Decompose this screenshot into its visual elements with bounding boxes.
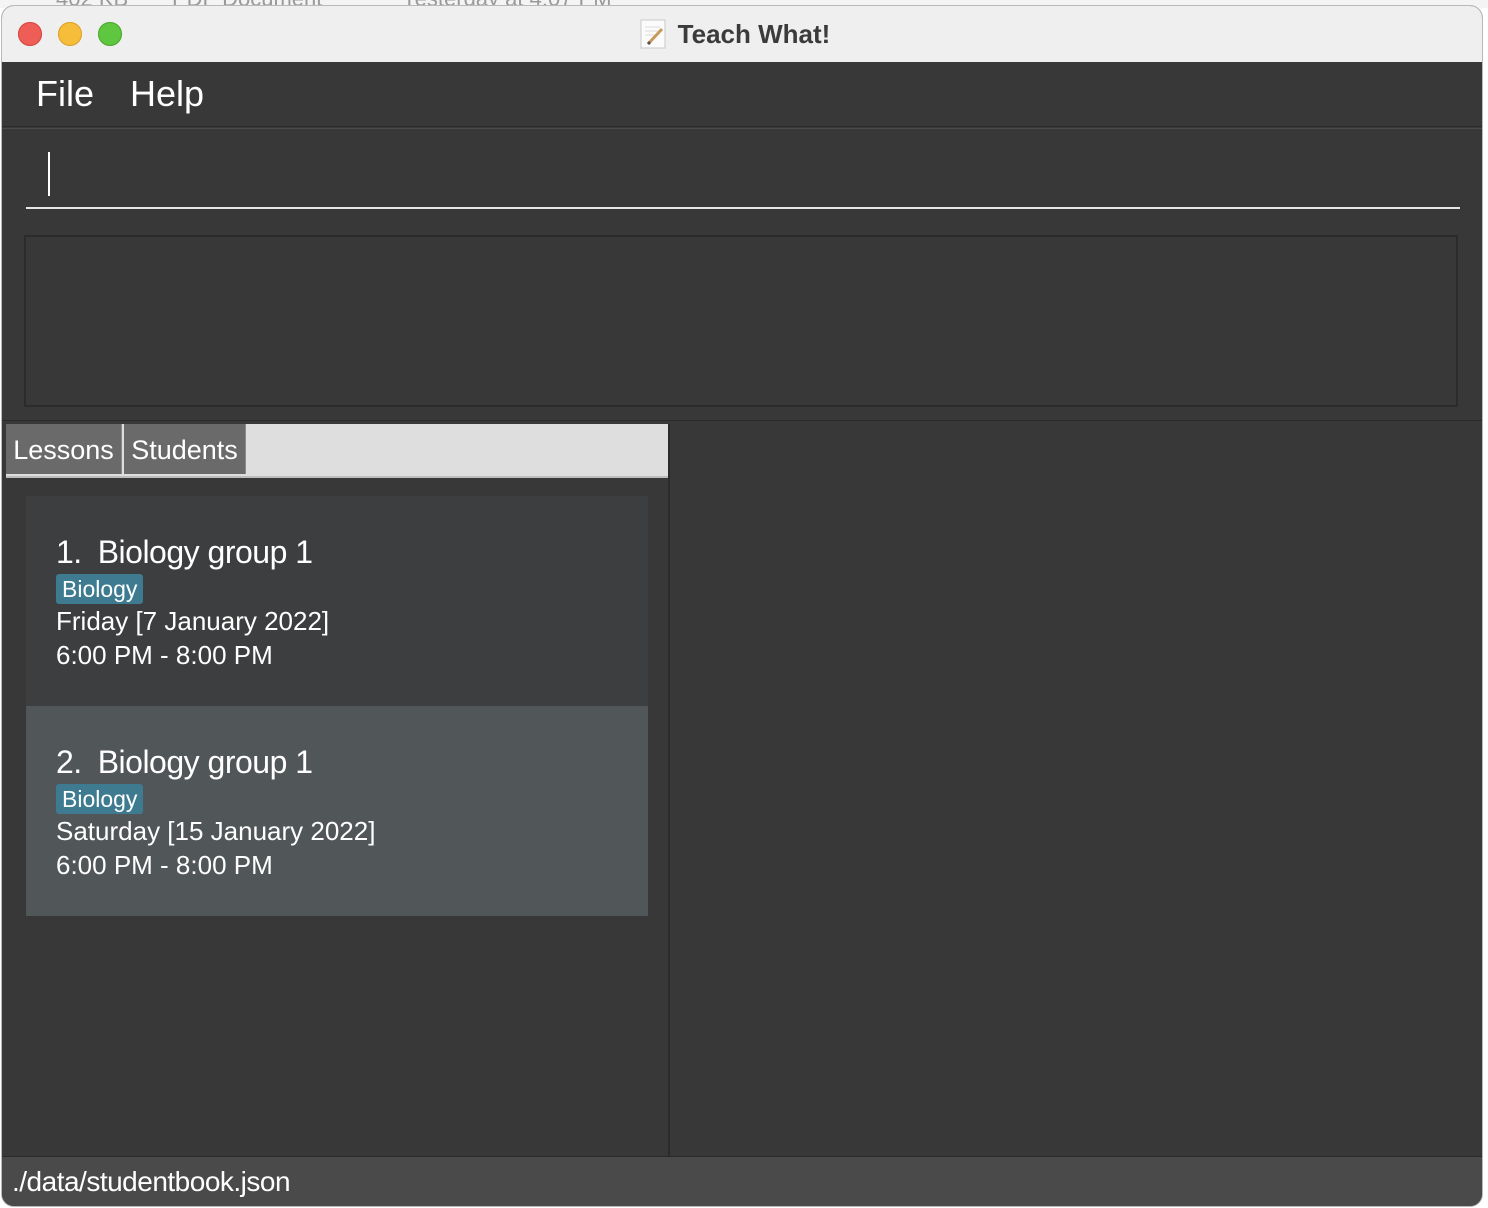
tab-lessons[interactable]: Lessons <box>6 424 122 474</box>
detail-panel <box>670 424 1482 1156</box>
result-display-container <box>2 224 1482 421</box>
status-bar: ./data/studentbook.json <box>2 1156 1482 1206</box>
subject-tag: Biology <box>56 574 144 604</box>
app-window: Teach What! File Help Lessons Students 1… <box>2 6 1482 1206</box>
list-panel: Lessons Students 1. Biology group 1 Biolo… <box>6 424 670 1156</box>
lesson-index: 1. <box>56 534 82 570</box>
subject-tag: Biology <box>56 784 144 814</box>
tab-students[interactable]: Students <box>124 424 246 474</box>
close-window-button[interactable] <box>18 22 42 46</box>
command-input[interactable] <box>26 149 1460 209</box>
title-bar[interactable]: Teach What! <box>2 6 1482 63</box>
lesson-time: 6:00 PM - 8:00 PM <box>56 850 273 880</box>
lesson-date: Friday [7 January 2022] <box>56 606 330 636</box>
lesson-name: Biology group 1 <box>97 744 313 780</box>
text-cursor <box>48 152 50 196</box>
lesson-index: 2. <box>56 744 82 780</box>
lesson-name: Biology group 1 <box>97 534 313 570</box>
lesson-card[interactable]: 1. Biology group 1 Biology Friday [7 Janu… <box>26 496 648 706</box>
result-display[interactable] <box>24 235 1458 407</box>
window-title-group: Teach What! <box>2 6 1482 62</box>
lesson-date: Saturday [15 January 2022] <box>56 816 376 846</box>
menu-bar: File Help <box>2 62 1482 127</box>
save-location-path: ./data/studentbook.json <box>12 1166 291 1197</box>
document-pencil-icon <box>640 19 666 49</box>
minimize-window-button[interactable] <box>58 22 82 46</box>
menu-file[interactable]: File <box>36 72 94 116</box>
tab-header: Lessons Students <box>6 424 668 478</box>
window-title: Teach What! <box>677 18 831 49</box>
menu-help[interactable]: Help <box>130 72 204 116</box>
lesson-card[interactable]: 2. Biology group 1 Biology Saturday [15 J… <box>26 706 648 916</box>
lesson-list[interactable]: 1. Biology group 1 Biology Friday [7 Janu… <box>26 496 648 916</box>
maximize-window-button[interactable] <box>98 22 122 46</box>
lesson-title: 2. Biology group 1 <box>56 742 648 782</box>
lesson-time: 6:00 PM - 8:00 PM <box>56 640 273 670</box>
lesson-title: 1. Biology group 1 <box>56 532 648 572</box>
command-box <box>2 128 1482 226</box>
